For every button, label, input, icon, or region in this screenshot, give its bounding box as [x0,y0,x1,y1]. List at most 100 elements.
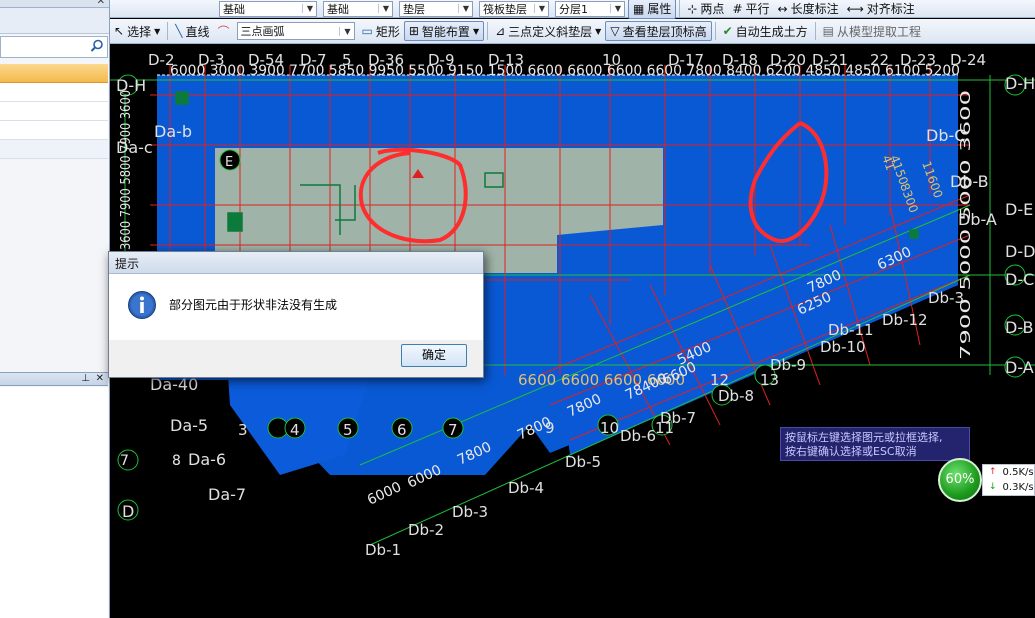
search-icon[interactable] [90,39,104,53]
component-list [0,64,108,159]
arc-mode-value: 三点画弧 [240,25,285,38]
left-panel: ✕ ⊥ ✕ [0,0,110,618]
pin-icon[interactable]: ⊥ [81,373,90,384]
ok-button[interactable]: 确定 [401,344,467,367]
component-select[interactable]: 筏板垫层 ▼ [479,0,549,17]
svg-text:8: 8 [172,453,181,469]
extract-model-label: 从模型提取工程 [837,24,922,39]
svg-text:Db-4: Db-4 [508,479,544,497]
svg-text:D-C: D-C [1005,270,1034,289]
svg-text:Da-7: Da-7 [208,485,246,504]
chevron-down-icon: ▼ [609,4,621,13]
properties-panel [0,387,108,618]
extract-model-button[interactable]: ▤ 从模型提取工程 [819,21,925,41]
download-speed: 0.3K/s [1002,482,1034,493]
top-dimension-text: 6000 3000 3900 7700 5850 9950 5500 9150 … [170,63,960,79]
length-dim-label: 长度标注 [790,2,839,16]
list-item[interactable] [0,102,108,121]
upload-icon: ↑ [989,467,997,477]
align-dim-icon: ⟷ [846,1,864,16]
network-usage-badge[interactable]: 60% [938,458,982,502]
hint-line-1: 按鼠标左键选择图元或拉框选择, [785,431,943,444]
chevron-down-icon: ▼ [457,4,469,13]
smart-layout-label: 智能布置 [421,24,470,39]
category-select[interactable]: 基础 ▼ [323,0,393,17]
cursor-icon: ↖ [114,24,125,38]
component-type-value: 垫层 [403,2,425,16]
layer-value: 分层1 [559,2,588,16]
svg-text:Db-12: Db-12 [882,311,928,329]
svg-text:4: 4 [290,421,300,439]
rect-button[interactable]: ▭ 矩形 [358,21,404,41]
svg-text:Db-10: Db-10 [820,338,866,356]
length-dim-button[interactable]: ↔ 长度标注 [774,0,843,19]
layer-select[interactable]: 分层1 ▼ [555,0,625,17]
dialog-title: 提示 [109,252,483,274]
svg-text:Db-3: Db-3 [452,503,488,521]
svg-text:Db-6: Db-6 [620,427,656,445]
smart-layout-button[interactable]: ⊞ 智能布置 ▼ [403,21,485,41]
dialog-body: 部分图元由于形状非法没有生成 [109,274,483,340]
search-input[interactable] [0,36,108,58]
parallel-button[interactable]: # 平行 [728,0,773,19]
auto-earthwork-button[interactable]: ✔ 自动生成土方 [719,21,812,41]
component-value: 筏板垫层 [483,2,527,16]
rotate-icon[interactable] [186,2,216,16]
message-dialog: 提示 部分图元由于形状非法没有生成 确定 [108,251,484,378]
svg-text:D: D [122,502,134,521]
separator [714,22,716,40]
move-icon[interactable] [150,2,186,16]
view-top-elev-button[interactable]: ▽ 查看垫层顶标高 [605,21,712,41]
pen-icon[interactable] [110,2,150,16]
slope-icon: ⊿ [495,24,506,38]
list-item[interactable] [0,121,108,140]
properties-icon: ▦ [633,1,645,16]
floor-select[interactable]: 基础 ▼ [219,0,317,17]
download-icon: ↓ [989,482,997,492]
network-monitor[interactable]: 60% ↑ 0.5K/s ↓ 0.3K/s [936,456,1035,506]
chevron-down-icon: ▼ [533,4,545,13]
two-point-button[interactable]: ⊹ 两点 [683,0,728,19]
svg-text:Db-5: Db-5 [565,453,601,471]
properties-button[interactable]: ▦ 属性 [628,0,677,19]
select-label: 选择 [127,24,152,39]
svg-text:Db-9: Db-9 [770,356,806,374]
svg-text:Da-6: Da-6 [188,450,226,469]
svg-text:Db-11: Db-11 [828,321,874,339]
chevron-down-icon: ▼ [339,26,351,36]
floor-select-value: 基础 [223,2,245,16]
component-type-select[interactable]: 垫层 ▼ [399,0,473,17]
svg-text:5: 5 [343,421,353,439]
upload-speed: 0.5K/s [1002,467,1034,478]
close-icon[interactable]: ✕ [96,373,104,384]
list-item[interactable] [0,83,108,102]
list-item[interactable] [0,140,108,159]
list-item[interactable] [0,64,108,83]
svg-text:Db-7: Db-7 [660,409,696,427]
left-panel-titlebar: ✕ [0,0,109,8]
chevron-down-icon: ▼ [472,26,480,36]
arc-mode-select[interactable]: 三点画弧 ▼ [236,22,355,40]
slope-layer-button[interactable]: ⊿ 三点定义斜垫层 ▼ [491,21,605,41]
properties-panel-header: ⊥ ✕ [0,372,108,386]
line-button[interactable]: ╲ 直线 [171,21,213,41]
close-icon[interactable]: ✕ [97,0,105,7]
svg-text:D-E: D-E [1005,200,1033,219]
svg-text:Da-5: Da-5 [170,416,208,435]
align-dim-button[interactable]: ⟷ 对齐标注 [843,0,919,19]
svg-text:Db-1: Db-1 [365,541,401,559]
arc-button[interactable]: ⌒ [213,21,233,41]
select-button[interactable]: ↖ 选择 ▼ [110,21,164,41]
svg-text:Db-2: Db-2 [408,521,444,539]
two-point-icon: ⊹ [687,1,698,16]
svg-text:6000: 6000 [365,479,404,509]
auto-earthwork-label: 自动生成土方 [735,24,808,39]
line-label: 直线 [185,24,210,39]
chevron-down-icon: ▼ [595,26,602,36]
category-select-value: 基础 [327,2,349,16]
separator [167,22,169,40]
svg-text:Db-8: Db-8 [718,387,754,405]
info-icon [128,291,156,319]
right-dimension-text: 7900 5000 5000 3600 [959,90,974,360]
network-speed-panel: ↑ 0.5K/s ↓ 0.3K/s [982,464,1035,496]
